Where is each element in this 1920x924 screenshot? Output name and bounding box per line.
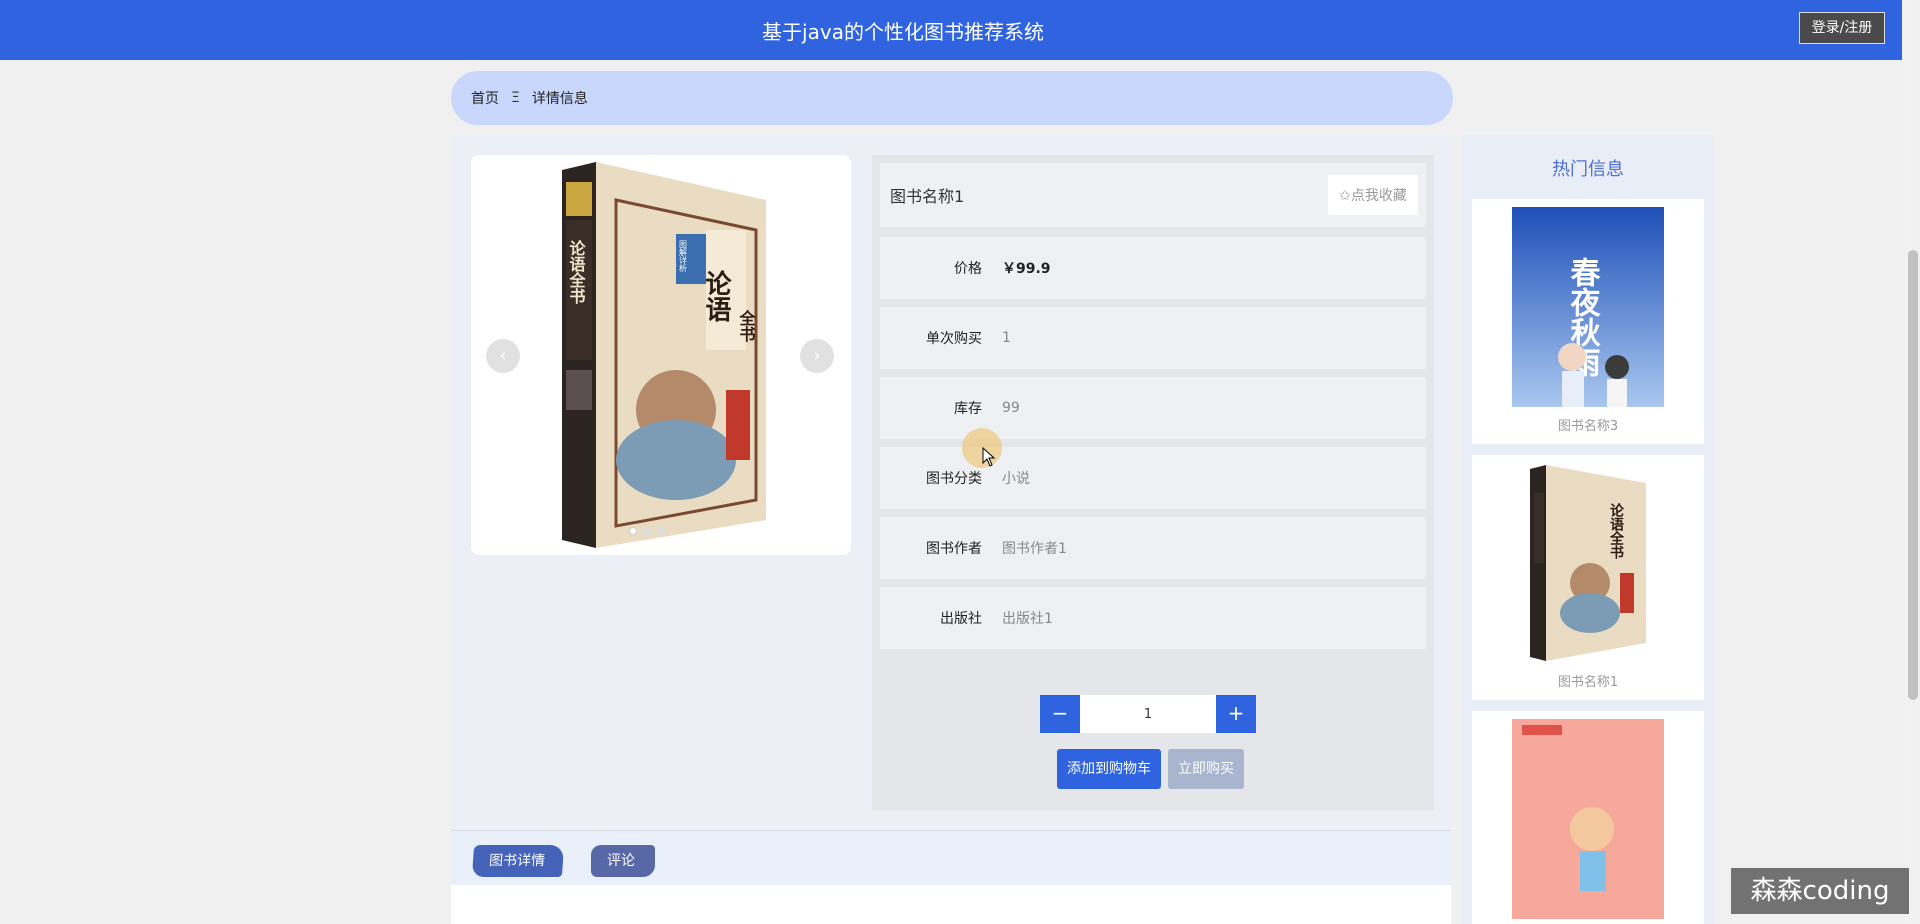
carousel-dot[interactable] [657, 527, 665, 535]
carousel-prev-button[interactable]: ‹ [486, 339, 520, 373]
site-title: 基于java的个性化图书推荐系统 [762, 20, 1044, 44]
field-row-author: 图书作者 图书作者1 [880, 517, 1426, 579]
field-label: 图书作者 [926, 541, 982, 557]
field-row-category: 图书分类 小说 [880, 447, 1426, 509]
carousel-dot[interactable] [643, 527, 651, 535]
hot-item-cover [1512, 719, 1664, 919]
cover-title: 论语 [701, 270, 731, 322]
quantity-increase-button[interactable]: + [1216, 695, 1256, 733]
breadcrumb-separator: Ξ [511, 90, 520, 106]
page-scrollbar[interactable] [1906, 0, 1920, 924]
add-to-cart-button[interactable]: 添加到购物车 [1057, 749, 1161, 789]
field-label: 价格 [954, 261, 982, 277]
price-value: ￥99.9 [1002, 261, 1051, 277]
spine-title: 论语全书 [567, 239, 587, 305]
quantity-input[interactable] [1080, 695, 1216, 733]
book-name: 图书名称1 [890, 187, 965, 206]
field-row-stock: 库存 99 [880, 377, 1426, 439]
watermark: 森森coding [1731, 868, 1909, 914]
carousel-dot[interactable] [629, 527, 637, 535]
top-bar: 基于java的个性化图书推荐系统 登录/注册 [0, 0, 1902, 60]
hot-item[interactable]: 春夜秋雨 图书名称3 [1472, 199, 1704, 444]
field-row-price: 价格 ￥99.9 [880, 237, 1426, 299]
field-value: 图书作者1 [1002, 541, 1067, 557]
quantity-decrease-button[interactable]: − [1040, 695, 1080, 733]
field-row-publisher: 出版社 出版社1 [880, 587, 1426, 649]
field-label: 单次购买 [926, 331, 982, 347]
hot-item[interactable]: 论语全书 图书名称1 [1472, 455, 1704, 700]
carousel-indicators [629, 527, 665, 535]
field-value: 1 [1002, 330, 1011, 346]
hot-cover-title: 论语全书 [1608, 502, 1625, 560]
field-label: 出版社 [940, 611, 982, 627]
mouse-cursor-icon [982, 447, 996, 467]
cover-subtitle: 全书 [737, 309, 757, 343]
tab-book-details[interactable]: 图书详情 [471, 845, 565, 877]
book-image-carousel: 论语 全书 论语全书 图解详析 ‹ › [471, 155, 851, 555]
hot-item-cover: 春夜秋雨 [1512, 207, 1664, 407]
tab-content-area [451, 885, 1451, 924]
field-label: 库存 [954, 401, 982, 417]
book-name-row: 图书名称1 ✩点我收藏 [880, 163, 1426, 227]
book-cover-image: 论语 全书 论语全书 图解详析 [562, 162, 766, 548]
breadcrumb-current: 详情信息 [531, 91, 588, 107]
breadcrumb: 首页 Ξ 详情信息 [451, 71, 1453, 125]
detail-panel: 论语 全书 论语全书 图解详析 ‹ › 图书名称1 ✩点我收藏 价格 ￥99.9… [451, 135, 1451, 924]
favorite-button[interactable]: ✩点我收藏 [1328, 175, 1418, 215]
scrollbar-thumb[interactable] [1908, 250, 1918, 700]
field-value: 出版社1 [1002, 611, 1053, 627]
field-label: 图书分类 [926, 471, 982, 487]
field-row-purchase-qty: 单次购买 1 [880, 307, 1426, 369]
login-register-button[interactable]: 登录/注册 [1799, 12, 1885, 44]
buy-now-button[interactable]: 立即购买 [1168, 749, 1244, 789]
cover-badge: 图解详析 [679, 240, 688, 273]
field-value: 小说 [1002, 471, 1030, 487]
hot-info-panel: 热门信息 春夜秋雨 图书名称3 论语全书 图书名称1 [1462, 135, 1714, 924]
hot-item[interactable] [1472, 711, 1704, 924]
hot-info-title: 热门信息 [1552, 159, 1624, 180]
hot-item-name: 图书名称1 [1557, 675, 1619, 690]
hot-item-cover: 论语全书 [1530, 465, 1646, 661]
tab-comments[interactable]: 评论 [591, 845, 655, 877]
hot-item-name: 图书名称3 [1557, 419, 1619, 434]
detail-tab-bar: 图书详情 评论 [451, 831, 1451, 885]
carousel-next-button[interactable]: › [800, 339, 834, 373]
quantity-stepper: − + [1040, 695, 1256, 733]
field-value: 99 [1002, 400, 1020, 416]
book-info-panel: 图书名称1 ✩点我收藏 价格 ￥99.9 单次购买 1 库存 99 图书分类 小… [872, 155, 1434, 810]
breadcrumb-home-link[interactable]: 首页 [471, 88, 499, 108]
